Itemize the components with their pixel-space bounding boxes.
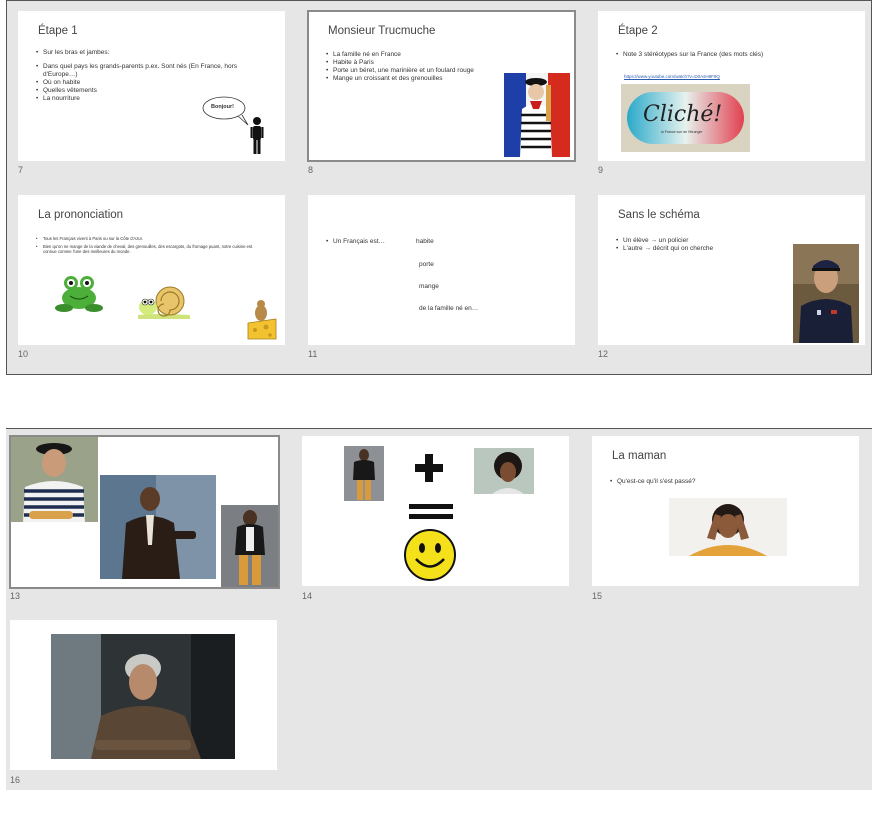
bullet: Mange un croissant et des grenouilles <box>326 75 526 83</box>
slide-7-thumbnail[interactable]: Étape 1 Sur les bras et jambes: Dans que… <box>18 11 285 161</box>
equals-sign-icon <box>409 504 453 519</box>
slide-15-thumbnail[interactable]: La maman Qu'est-ce qu'il s'est passé? <box>592 436 859 586</box>
bullet: Qu'est-ce qu'il s'est passé? <box>610 478 810 486</box>
slide-sorter-panel-top: Étape 1 Sur les bras et jambes: Dans que… <box>6 0 872 375</box>
slide-title: Monsieur Trucmuche <box>328 25 436 37</box>
slide-number: 8 <box>308 165 314 175</box>
bullet: Habite à Paris <box>326 59 526 67</box>
cliche-logo-subtext: la France vue de l'étranger <box>661 130 703 134</box>
slide-title: Étape 1 <box>38 25 78 37</box>
bullet-list: La famille né en France Habite à Paris P… <box>326 51 526 83</box>
slide-sorter-panel-bottom: 13 14 La maman Qu'est-ce <box>6 428 872 790</box>
youtube-link[interactable]: https://www.youtube.com/watch?v=D0AsH8F9… <box>624 74 720 79</box>
plus-sign-icon <box>415 454 443 482</box>
grey-haired-man-photo <box>51 634 235 759</box>
bullet: La famille né en France <box>326 51 526 59</box>
slide-number: 16 <box>10 775 21 785</box>
word-habite: habite <box>416 238 434 245</box>
slide-10-thumbnail[interactable]: La prononciation Tous les Français viven… <box>18 195 285 345</box>
slide-title: Étape 2 <box>618 25 658 37</box>
bullet-list: Note 3 stéréotypes sur la France (des mo… <box>616 51 856 59</box>
mouse-cheese-illustration <box>247 300 277 340</box>
smiley-face-icon <box>404 529 456 581</box>
bullet: Un élève → un policier <box>616 237 796 245</box>
slide-14-thumbnail[interactable] <box>302 436 569 586</box>
bullet: Porte un béret, une marinière et un foul… <box>326 67 526 75</box>
bullet-list: Qu'est-ce qu'il s'est passé? <box>610 478 810 486</box>
slide-title: Sans le schéma <box>618 209 700 221</box>
frog-illustration <box>55 276 103 312</box>
mime-flag-photo <box>504 73 570 157</box>
slide-title: La prononciation <box>38 209 124 221</box>
slide-13-thumbnail[interactable] <box>9 435 280 589</box>
slide-number: 14 <box>302 591 313 601</box>
cliche-logo-text: Cliché! <box>643 102 723 127</box>
slide-number: 15 <box>592 591 603 601</box>
man-jacket-small-photo <box>344 446 384 501</box>
speech-bubble-text: Bonjour! <box>211 104 234 110</box>
stressed-woman-photo <box>669 498 787 556</box>
slide-number: 13 <box>10 591 21 601</box>
man-beret-baguette-photo <box>11 437 98 522</box>
bullet: L'autre → décrit qui on cherche <box>616 245 796 253</box>
slide-number: 10 <box>18 349 29 359</box>
bullet: Où on habite <box>36 79 246 87</box>
man-leather-jacket-photo <box>100 475 216 579</box>
slide-12-thumbnail[interactable]: Sans le schéma Un élève → un policier L'… <box>598 195 865 345</box>
word-mange: mange <box>419 283 439 290</box>
slide-number: 7 <box>18 165 24 175</box>
slide-9-thumbnail[interactable]: Étape 2 Note 3 stéréotypes sur la France… <box>598 11 865 161</box>
bullet-list: Tous les Français vivent à Paris ou sur … <box>36 236 264 255</box>
slide-16-thumbnail[interactable] <box>10 620 277 770</box>
slide-number: 12 <box>598 349 609 359</box>
word-porte: porte <box>419 261 434 268</box>
woman-curly-hair-photo <box>474 448 534 494</box>
slide-8-thumbnail[interactable]: Monsieur Trucmuche La famille né en Fran… <box>307 10 576 162</box>
bullet: Sur les bras et jambes: <box>36 49 246 57</box>
snail-illustration <box>138 286 190 319</box>
cliche-logo-image: Cliché! la France vue de l'étranger <box>621 84 750 152</box>
bullet: Note 3 stéréotypes sur la France (des mo… <box>616 51 856 59</box>
slide-number: 11 <box>308 349 318 359</box>
police-officer-photo <box>793 244 859 343</box>
bullet: Un Français est… <box>326 238 416 246</box>
bullet: Quelles vêtements <box>36 87 246 95</box>
bullet: Tous les Français vivent à Paris ou sur … <box>36 236 264 242</box>
man-yellow-trousers-photo <box>221 505 278 587</box>
bullet-list: Un Français est… <box>326 238 416 246</box>
bullet: Dans quel pays les grands-parents p.ex. … <box>36 63 246 79</box>
slide-title: La maman <box>612 450 667 462</box>
slide-number: 9 <box>598 165 604 175</box>
bullet: Bien qu'on ne mange de la viande de chev… <box>36 244 264 255</box>
bullet-list: Un élève → un policier L'autre → décrit … <box>616 237 796 253</box>
slide-11-thumbnail[interactable]: Un Français est… habite porte mange de l… <box>308 195 575 345</box>
word-famille: de la famille né en… <box>419 305 479 312</box>
